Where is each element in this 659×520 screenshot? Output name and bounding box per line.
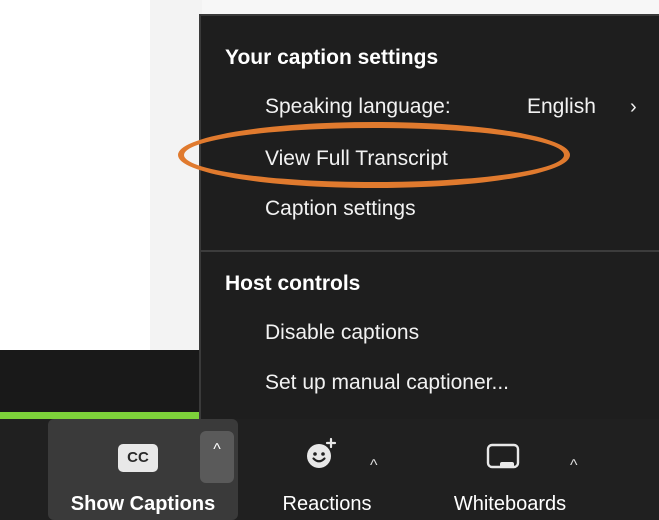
caption-settings-heading: Your caption settings bbox=[225, 46, 439, 69]
background-panel bbox=[150, 0, 202, 350]
caption-settings-item[interactable]: Caption settings bbox=[265, 197, 416, 221]
speaking-language-item[interactable]: Speaking language: bbox=[265, 95, 451, 119]
highlight-ring bbox=[178, 122, 570, 188]
show-captions-button[interactable]: CC ^ Show Captions bbox=[48, 419, 238, 520]
captions-options-button[interactable]: ^ bbox=[200, 431, 234, 483]
menu-divider bbox=[201, 250, 659, 252]
background-left bbox=[0, 0, 150, 350]
disable-captions-item[interactable]: Disable captions bbox=[265, 321, 419, 345]
whiteboards-label: Whiteboards bbox=[453, 493, 567, 515]
whiteboard-icon bbox=[486, 443, 520, 469]
speaking-language-value: English bbox=[527, 95, 596, 118]
whiteboards-button[interactable]: ^ Whiteboards bbox=[430, 419, 590, 520]
captions-menu: Your caption settings Speaking language:… bbox=[199, 14, 659, 423]
host-controls-heading: Host controls bbox=[225, 272, 361, 295]
reactions-label: Reactions bbox=[282, 493, 372, 515]
show-captions-label: Show Captions bbox=[70, 493, 216, 515]
background-top bbox=[202, 0, 659, 14]
reactions-button[interactable]: ^ Reactions bbox=[262, 419, 392, 520]
meeting-toolbar: CC ^ Show Captions ^ Reactions ^ Whitebo… bbox=[0, 419, 659, 520]
captions-icon: CC bbox=[118, 444, 158, 472]
chevron-right-icon: › bbox=[630, 96, 637, 118]
chevron-up-icon[interactable]: ^ bbox=[370, 457, 378, 475]
emoji-add-icon bbox=[307, 437, 337, 468]
chevron-up-icon: ^ bbox=[213, 441, 221, 458]
chevron-up-icon[interactable]: ^ bbox=[570, 457, 578, 475]
manual-captioner-item[interactable]: Set up manual captioner... bbox=[265, 371, 509, 395]
